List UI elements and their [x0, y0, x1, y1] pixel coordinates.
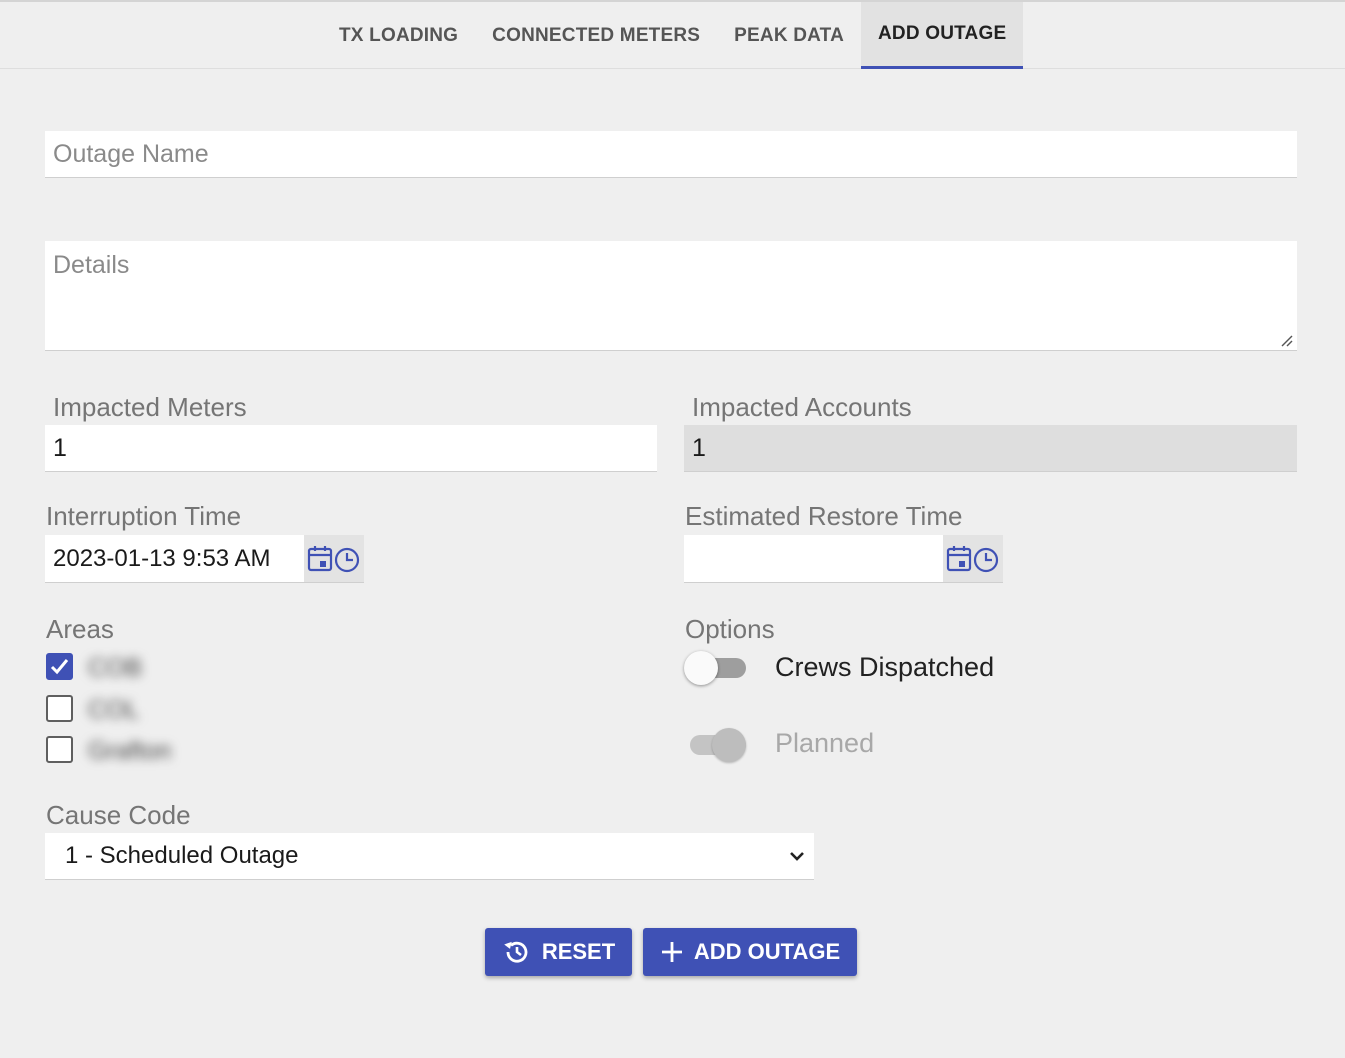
details-textarea[interactable]: Details — [45, 241, 1297, 351]
estimated-restore-time-label: Estimated Restore Time — [685, 501, 963, 531]
crews-dispatched-label: Crews Dispatched — [775, 652, 995, 682]
tab-add-outage[interactable]: ADD OUTAGE — [861, 2, 1024, 69]
resize-grip-icon[interactable] — [1281, 335, 1293, 347]
cause-code-select[interactable]: 1 - Scheduled Outage — [45, 833, 814, 880]
estimated-restore-time-input[interactable] — [684, 535, 943, 583]
reset-history-icon — [504, 941, 528, 963]
crews-dispatched-toggle[interactable] — [684, 647, 748, 687]
area-checkbox-grafton[interactable] — [46, 736, 73, 763]
interruption-time-picker-button[interactable] — [304, 535, 364, 583]
area-checkbox-cob[interactable] — [46, 653, 73, 680]
estimated-restore-time-picker-button[interactable] — [943, 535, 1003, 583]
tab-bar: TX LOADING CONNECTED METERS PEAK DATA AD… — [0, 0, 1345, 69]
interruption-time-label: Interruption Time — [46, 501, 242, 531]
check-icon — [50, 659, 69, 675]
details-placeholder: Details — [53, 251, 130, 279]
outage-name-input[interactable]: Outage Name — [45, 131, 1297, 178]
areas-label: Areas — [46, 614, 114, 644]
reset-button[interactable]: RESET — [485, 928, 632, 976]
interruption-time-input[interactable]: 2023-01-13 9:53 AM — [45, 535, 304, 583]
reset-button-label: RESET — [541, 939, 616, 964]
tab-connected-meters[interactable]: CONNECTED METERS — [475, 2, 717, 69]
cause-code-label: Cause Code — [46, 800, 191, 830]
tab-peak-data[interactable]: PEAK DATA — [717, 2, 861, 69]
calendar-clock-icon — [307, 545, 360, 572]
chevron-down-icon — [790, 852, 804, 861]
plus-icon — [661, 942, 682, 962]
impacted-meters-value: 1 — [53, 433, 67, 462]
impacted-accounts-input: 1 — [684, 425, 1297, 472]
area-label-grafton: Grafton — [88, 737, 172, 765]
interruption-time-value: 2023-01-13 9:53 AM — [53, 544, 271, 572]
calendar-clock-icon — [946, 545, 999, 572]
planned-toggle — [684, 724, 748, 764]
toggle-thumb — [712, 728, 746, 762]
impacted-meters-input[interactable]: 1 — [45, 425, 657, 472]
tabs: TX LOADING CONNECTED METERS PEAK DATA AD… — [322, 2, 1024, 69]
options-label: Options — [685, 614, 775, 644]
impacted-meters-label: Impacted Meters — [53, 392, 247, 422]
area-checkbox-col[interactable] — [46, 695, 73, 722]
area-label-cob: COB — [88, 654, 143, 682]
outage-name-placeholder: Outage Name — [53, 139, 209, 168]
impacted-accounts-value: 1 — [692, 433, 706, 462]
cause-code-value: 1 - Scheduled Outage — [65, 842, 299, 869]
area-label-col: COL — [88, 696, 140, 724]
add-outage-button[interactable]: ADD OUTAGE — [643, 928, 857, 976]
toggle-thumb — [684, 651, 718, 685]
impacted-accounts-label: Impacted Accounts — [692, 392, 912, 422]
add-outage-button-label: ADD OUTAGE — [693, 939, 841, 964]
planned-label: Planned — [775, 728, 875, 758]
tab-tx-loading[interactable]: TX LOADING — [322, 2, 475, 69]
